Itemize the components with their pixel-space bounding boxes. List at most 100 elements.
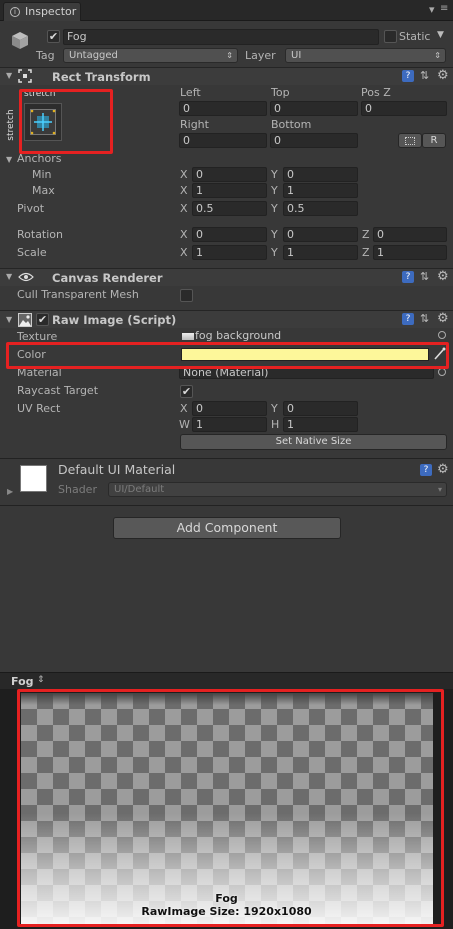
shader-dropdown: UI/Default ▾ xyxy=(108,482,447,497)
tag-dropdown[interactable]: Untagged ⇕ xyxy=(63,48,238,63)
uv-y-field[interactable]: 0 xyxy=(283,401,358,416)
raw-image-title: Raw Image (Script) xyxy=(52,313,177,327)
gameobject-icon xyxy=(10,30,30,50)
right-field[interactable]: 0 xyxy=(179,133,267,148)
foldout-arrow-icon[interactable]: ▼ xyxy=(6,71,12,80)
uv-h-axis: H xyxy=(271,418,280,431)
foldout-arrow-icon[interactable]: ▼ xyxy=(6,315,12,324)
rect-transform-icon xyxy=(17,68,33,84)
layer-label: Layer xyxy=(245,49,276,62)
max-y-field[interactable]: 1 xyxy=(283,183,358,198)
gear-icon[interactable]: ⚙ xyxy=(437,68,449,83)
raycast-checkbox[interactable]: ✔ xyxy=(180,385,193,398)
scale-y-axis: Y xyxy=(271,246,278,259)
uv-w-field[interactable]: 1 xyxy=(192,417,267,432)
updown-icon: ⇕ xyxy=(226,51,233,60)
static-dropdown-icon[interactable]: ▼ xyxy=(437,30,444,40)
gear-icon[interactable]: ⚙ xyxy=(437,462,449,477)
rotation-x-field[interactable]: 0 xyxy=(192,227,267,242)
pivot-y-field[interactable]: 0.5 xyxy=(283,201,358,216)
object-picker-icon[interactable] xyxy=(438,331,446,339)
uvrect-label: UV Rect xyxy=(17,402,61,415)
min-y-field[interactable]: 0 xyxy=(283,167,358,182)
scale-z-field[interactable]: 1 xyxy=(373,245,447,260)
canvas-renderer-title: Canvas Renderer xyxy=(52,271,163,285)
tab-inspector-label: Inspector xyxy=(25,5,77,18)
object-name-field[interactable]: Fog xyxy=(63,29,379,45)
texture-field[interactable]: fog background xyxy=(179,329,434,344)
anchors-foldout-icon[interactable]: ▼ xyxy=(6,155,12,164)
uv-h-field[interactable]: 1 xyxy=(283,417,358,432)
uv-w-axis: W xyxy=(179,418,190,431)
active-checkbox[interactable]: ✔ xyxy=(47,30,60,43)
add-component-button[interactable]: Add Component xyxy=(113,517,341,539)
material-preview xyxy=(20,465,47,492)
layer-dropdown[interactable]: UI ⇕ xyxy=(285,48,446,63)
max-label: Max xyxy=(32,184,55,197)
rotation-label: Rotation xyxy=(17,228,64,241)
preview-dropdown-icon[interactable]: ⇕ xyxy=(37,675,45,685)
color-swatch[interactable] xyxy=(181,348,429,361)
object-picker-icon[interactable] xyxy=(438,368,446,376)
min-y-axis: Y xyxy=(271,168,278,181)
raw-edit-button[interactable]: R xyxy=(422,133,446,148)
blueprint-mode-button[interactable] xyxy=(398,133,422,148)
gear-icon[interactable]: ⚙ xyxy=(437,269,449,284)
updown-icon: ⇕ xyxy=(434,51,441,60)
rot-x-axis: X xyxy=(180,228,188,241)
bottom-field[interactable]: 0 xyxy=(270,133,358,148)
max-x-field[interactable]: 1 xyxy=(192,183,267,198)
material-name: Default UI Material xyxy=(58,462,176,477)
set-native-size-button[interactable]: Set Native Size xyxy=(180,434,447,450)
divider xyxy=(0,458,453,459)
scale-x-field[interactable]: 1 xyxy=(192,245,267,260)
pivot-x-field[interactable]: 0.5 xyxy=(192,201,267,216)
tab-menu-icon[interactable]: ▾ xyxy=(429,3,435,16)
static-label: Static xyxy=(399,30,431,43)
anchor-preset-button[interactable] xyxy=(24,103,62,141)
rot-z-axis: Z xyxy=(362,228,370,241)
layer-value: UI xyxy=(291,50,302,61)
cull-transparent-checkbox[interactable] xyxy=(180,289,193,302)
help-book-icon[interactable]: ? xyxy=(402,271,414,283)
eyedropper-icon[interactable] xyxy=(433,347,446,361)
raw-image-enabled-checkbox[interactable]: ✔ xyxy=(36,313,49,326)
pivot-label: Pivot xyxy=(17,202,45,215)
max-x-axis: X xyxy=(180,184,188,197)
min-x-field[interactable]: 0 xyxy=(192,167,267,182)
tab-menu-lines-icon[interactable]: ≡ xyxy=(440,3,448,14)
preview-title-bar[interactable]: Fog ⇕ xyxy=(0,672,453,689)
uv-x-field[interactable]: 0 xyxy=(192,401,267,416)
rotation-y-field[interactable]: 0 xyxy=(283,227,358,242)
anchor-preset-inner xyxy=(30,109,56,135)
scale-z-axis: Z xyxy=(362,246,370,259)
gear-icon[interactable]: ⚙ xyxy=(437,311,449,326)
preset-icon[interactable]: ⇅ xyxy=(420,312,429,325)
left-field[interactable]: 0 xyxy=(179,101,267,116)
texture-label: Texture xyxy=(17,330,58,343)
top-field[interactable]: 0 xyxy=(270,101,358,116)
anchor-preset-side-label: stretch xyxy=(6,109,16,141)
help-book-icon[interactable]: ? xyxy=(402,313,414,325)
pivot-y-axis: Y xyxy=(271,202,278,215)
preset-icon[interactable]: ⇅ xyxy=(420,270,429,283)
posz-field[interactable]: 0 xyxy=(361,101,447,116)
tab-inspector[interactable]: i Inspector xyxy=(3,2,81,21)
help-book-icon[interactable]: ? xyxy=(420,464,432,476)
static-checkbox[interactable] xyxy=(384,30,397,43)
tab-bar: i Inspector ▾ ≡ xyxy=(0,0,453,21)
preview-image xyxy=(21,693,433,924)
foldout-arrow-icon[interactable]: ▼ xyxy=(6,272,12,281)
preset-icon[interactable]: ⇅ xyxy=(420,69,429,82)
material-foldout-icon[interactable]: ▶ xyxy=(7,487,13,496)
shader-label: Shader xyxy=(58,483,97,496)
max-y-axis: Y xyxy=(271,184,278,197)
rotation-z-field[interactable]: 0 xyxy=(373,227,447,242)
tag-value: Untagged xyxy=(69,50,118,61)
help-book-icon[interactable]: ? xyxy=(402,70,414,82)
stretch-icon xyxy=(30,109,56,135)
material-field[interactable]: None (Material) xyxy=(179,366,434,379)
posz-col-label: Pos Z xyxy=(361,86,391,99)
scale-y-field[interactable]: 1 xyxy=(283,245,358,260)
preview-caption-size: RawImage Size: 1920x1080 xyxy=(141,905,312,918)
